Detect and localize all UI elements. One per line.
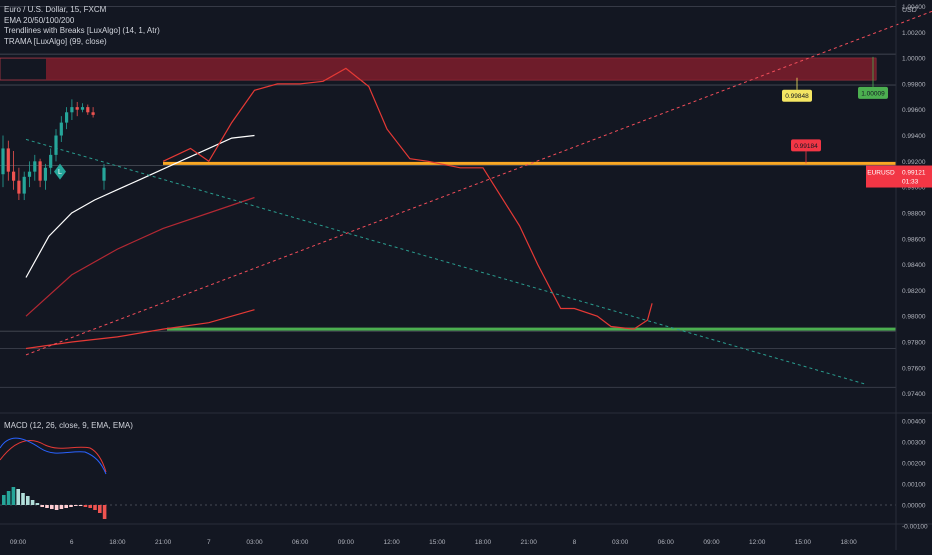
candle-body (1, 148, 5, 175)
price-tick-label: 0.98800 (902, 210, 926, 217)
supply-zone (46, 58, 876, 81)
macd-histogram-bar (83, 505, 88, 507)
time-tick-label: 09:00 (338, 539, 355, 546)
candle-body (6, 148, 10, 172)
price-tick-label: 0.99600 (902, 107, 926, 114)
time-tick-label: 15:00 (795, 539, 812, 546)
macd-histogram-bar (26, 496, 30, 505)
candle-body (70, 107, 74, 113)
indicator-trendlines[interactable]: Trendlines with Breaks [LuxAlgo] (14, 1,… (4, 26, 160, 37)
macd-histogram-bar (74, 505, 78, 506)
indicator-ema[interactable]: EMA 20/50/100/200 (4, 16, 160, 27)
price-tick-label: 0.98000 (902, 314, 926, 321)
symbol-title[interactable]: Euro / U.S. Dollar, 15, FXCM (4, 5, 160, 16)
price-tick-label: 0.98400 (902, 262, 926, 269)
price-tick-label: 1.00200 (902, 30, 926, 37)
candle-body (80, 107, 85, 110)
time-tick-label: 06:00 (292, 539, 309, 546)
time-tick-label: 03:00 (612, 539, 629, 546)
candle-body (54, 135, 58, 155)
time-tick-label: 03:00 (246, 539, 263, 546)
candle-body (65, 112, 69, 123)
candle-body (43, 167, 47, 181)
time-tick-label: 18:00 (475, 539, 492, 546)
price-label: 0.99184 (794, 143, 818, 150)
price-tick-label: 0.98200 (902, 288, 926, 295)
indicator-trama[interactable]: TRAMA [LuxAlgo] (99, close) (4, 37, 160, 48)
time-tick-label: 15:00 (429, 539, 446, 546)
macd-histogram-bar (50, 505, 54, 509)
macd-tick-label: -0.00100 (902, 524, 928, 531)
candle-body (17, 180, 21, 194)
current-price: 0.99121 (902, 170, 926, 177)
macd-legend[interactable]: MACD (12, 26, close, 9, EMA, EMA) (4, 421, 133, 430)
price-label: 1.00009 (861, 90, 885, 97)
time-tick-label: 7 (207, 539, 211, 546)
time-tick-label: 21:00 (521, 539, 538, 546)
macd-histogram-bar (59, 505, 64, 509)
macd-histogram-bar (40, 505, 44, 507)
candle-body (12, 171, 16, 181)
time-tick-label: 06:00 (658, 539, 675, 546)
chart-root[interactable]: L 0.998481.000090.99184 USD 1.006001.004… (0, 0, 932, 550)
time-tick-label: 18:00 (109, 539, 126, 546)
macd-tick-label: 0.00400 (902, 419, 926, 426)
macd-histogram-bar (88, 505, 92, 508)
price-tick-label: 0.97400 (902, 391, 926, 398)
macd-tick-label: 0.00200 (902, 461, 926, 468)
price-tick-label: 1.00000 (902, 56, 926, 63)
candle-body (75, 107, 79, 110)
macd-histogram-bar (93, 505, 97, 510)
price-tick-label: 0.99400 (902, 133, 926, 140)
macd-histogram-bar (6, 491, 11, 505)
price-tick-label: 1.00400 (902, 4, 926, 11)
price-chart[interactable]: L 0.998481.000090.99184 USD 1.006001.004… (0, 0, 932, 550)
candle-body (38, 161, 42, 181)
price-tick-label: 0.98600 (902, 236, 926, 243)
macd-histogram-bar (69, 505, 73, 507)
macd-histogram-bar (11, 487, 16, 505)
price-countdown: 01:33 (902, 179, 919, 186)
level-line (167, 327, 896, 331)
macd-tick-label: 0.00300 (902, 440, 926, 447)
candle-body (91, 112, 95, 115)
macd-histogram-bar (30, 500, 35, 505)
time-tick-label: 6 (70, 539, 74, 546)
macd-histogram-bar (78, 505, 83, 506)
candle-body (86, 107, 90, 113)
level-line (163, 161, 896, 165)
time-tick-label: 8 (573, 539, 577, 546)
macd-histogram-bar (21, 493, 25, 505)
macd-histogram-bar (102, 505, 107, 519)
price-tick-label: 0.97600 (902, 365, 926, 372)
candle-body (49, 154, 53, 168)
time-tick-label: 09:00 (10, 539, 27, 546)
candle-body (22, 176, 26, 194)
price-tick-label: 0.97800 (902, 340, 926, 347)
time-tick-label: 21:00 (155, 539, 172, 546)
macd-histogram-bar (35, 503, 40, 505)
macd-histogram-bar (54, 505, 59, 510)
time-tick-label: 12:00 (383, 539, 400, 546)
indicator-legend: Euro / U.S. Dollar, 15, FXCM EMA 20/50/1… (4, 5, 160, 47)
macd-tick-label: 0.00100 (902, 482, 926, 489)
price-tick-label: 0.99800 (902, 81, 926, 88)
macd-histogram-bar (64, 505, 68, 508)
macd-histogram-bar (16, 489, 20, 505)
price-tick-label: 0.99200 (902, 159, 926, 166)
macd-tick-label: 0.00000 (902, 503, 926, 510)
macd-histogram-bar (98, 505, 102, 513)
candle-body (33, 161, 37, 172)
macd-histogram-bar (2, 495, 6, 505)
breakout-marker-label: L (58, 169, 62, 176)
candle-body (27, 171, 32, 177)
time-tick-label: 18:00 (840, 539, 857, 546)
price-label: 0.99848 (785, 93, 809, 100)
candle-body (102, 167, 106, 181)
current-symbol: EURUSD (867, 170, 895, 177)
time-tick-label: 09:00 (703, 539, 720, 546)
macd-histogram-bar (45, 505, 49, 508)
time-tick-label: 12:00 (749, 539, 766, 546)
candle-body (59, 122, 63, 136)
